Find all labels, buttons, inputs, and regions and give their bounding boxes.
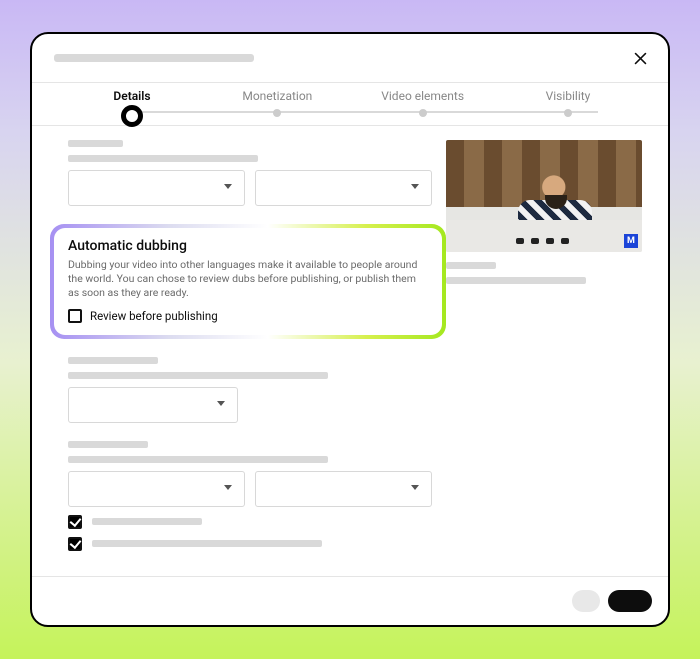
field-label-placeholder: [68, 140, 123, 147]
step-dot-icon: [419, 109, 427, 117]
close-button[interactable]: [630, 48, 650, 68]
field-label-placeholder: [68, 357, 158, 364]
step-dot-icon: [121, 105, 143, 127]
checkbox-label-placeholder: [92, 540, 322, 547]
select-field[interactable]: [255, 170, 432, 206]
chevron-down-icon: [411, 485, 419, 490]
checkbox-checked-icon: [68, 515, 82, 529]
stepper: Details Monetization Video elements Visi…: [32, 83, 668, 125]
thumbnail-badge: M: [624, 234, 638, 248]
step-details[interactable]: Details: [72, 83, 192, 127]
select-field[interactable]: [68, 387, 238, 423]
next-button[interactable]: [608, 590, 652, 612]
dialog-title-placeholder: [54, 54, 254, 62]
select-field[interactable]: [68, 170, 245, 206]
close-icon: [632, 50, 649, 67]
auto-dubbing-description: Dubbing your video into other languages …: [68, 258, 428, 301]
checkbox-label-placeholder: [92, 518, 202, 525]
auto-dubbing-card: Automatic dubbing Dubbing your video int…: [54, 228, 442, 335]
auto-dubbing-highlight: Automatic dubbing Dubbing your video int…: [50, 224, 446, 339]
video-thumbnail[interactable]: M: [446, 140, 642, 252]
back-button[interactable]: [572, 590, 600, 612]
step-video-elements[interactable]: Video elements: [363, 83, 483, 117]
option-checkbox-1[interactable]: [68, 515, 432, 529]
chevron-down-icon: [217, 401, 225, 406]
step-dot-icon: [273, 109, 281, 117]
meta-placeholder: [446, 277, 586, 284]
field-hint-placeholder: [68, 372, 328, 379]
step-label: Details: [113, 89, 150, 103]
step-visibility[interactable]: Visibility: [508, 83, 628, 117]
dialog-body: Automatic dubbing Dubbing your video int…: [32, 132, 668, 577]
checkbox-checked-icon: [68, 537, 82, 551]
checkbox-icon: [68, 309, 82, 323]
meta-placeholder: [446, 262, 496, 269]
review-before-publishing-checkbox[interactable]: Review before publishing: [68, 309, 428, 323]
chevron-down-icon: [224, 184, 232, 189]
option-checkbox-2[interactable]: [68, 537, 432, 551]
chevron-down-icon: [224, 485, 232, 490]
step-label: Video elements: [381, 89, 464, 103]
dialog-footer: [32, 576, 668, 625]
preview-column: M: [446, 140, 646, 551]
form-column: Automatic dubbing Dubbing your video int…: [68, 140, 432, 551]
field-hint-placeholder: [68, 155, 258, 162]
auto-dubbing-title: Automatic dubbing: [68, 238, 428, 254]
step-dot-icon: [564, 109, 572, 117]
dialog-header: [32, 34, 668, 82]
select-field[interactable]: [255, 471, 432, 507]
step-label: Monetization: [242, 89, 312, 103]
field-label-placeholder: [68, 441, 148, 448]
step-monetization[interactable]: Monetization: [217, 83, 337, 117]
checkbox-label: Review before publishing: [90, 309, 218, 323]
upload-dialog: Details Monetization Video elements Visi…: [30, 32, 670, 627]
select-field[interactable]: [68, 471, 245, 507]
field-hint-placeholder: [68, 456, 328, 463]
chevron-down-icon: [411, 184, 419, 189]
step-label: Visibility: [546, 89, 591, 103]
